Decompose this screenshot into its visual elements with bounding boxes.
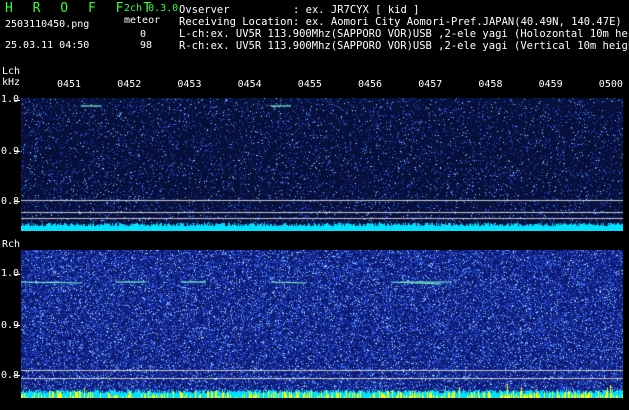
location-label: Receiving Location xyxy=(179,16,293,28)
mode-label: 2ch 0.3.0 xyxy=(124,3,179,14)
time-tick: 0500 xyxy=(598,79,623,90)
location-value: : ex. Aomori City Aomori-Pref.JAPAN(40.4… xyxy=(293,16,622,28)
rch-ytick-mark-2 xyxy=(14,325,20,326)
meteor-count-lch: 0 xyxy=(140,29,147,40)
lch-spectrogram xyxy=(21,98,623,231)
lch-unit: kHz xyxy=(2,77,21,88)
rch-ytick-mark-3 xyxy=(14,375,20,376)
lch-ytick-mark-2 xyxy=(14,151,20,152)
time-tick: 0456 xyxy=(358,79,383,90)
rch-receiver-info: R-ch:ex. UV5R 113.900Mhz(SAPPORO VOR)USB… xyxy=(179,40,629,52)
time-tick: 0451 xyxy=(57,79,82,90)
rch-ytick-3: 0.8 xyxy=(1,370,20,381)
observer-label: Ovserver xyxy=(179,4,230,16)
lch-label: Lch xyxy=(2,66,21,77)
lch-ytick-3: 0.8 xyxy=(1,196,20,207)
observer-value: : ex. JR7CYX [ kid ] xyxy=(293,4,420,16)
meteor-count-rch: 98 xyxy=(140,40,153,51)
lch-ytick-2: 0.9 xyxy=(1,146,20,157)
lch-receiver-info: L-ch:ex. UV5R 113.900Mhz(SAPPORO VOR)USB… xyxy=(179,28,629,40)
time-tick: 0455 xyxy=(297,79,322,90)
time-tick: 0452 xyxy=(117,79,142,90)
time-tick: 0454 xyxy=(237,79,262,90)
rch-ytick-2: 0.9 xyxy=(1,320,20,331)
capture-datetime: 25.03.11 04:50 xyxy=(5,40,90,51)
meteor-label: meteor xyxy=(124,15,161,26)
rch-ytick-mark-1 xyxy=(14,274,20,275)
lch-ytick-mark-1 xyxy=(14,100,20,101)
time-tick: 0459 xyxy=(538,79,563,90)
time-tick: 0458 xyxy=(478,79,503,90)
rch-spectrogram xyxy=(21,250,623,398)
rch-label: Rch xyxy=(2,239,21,250)
filename-label: 2503110450.png xyxy=(5,19,90,30)
time-tick: 0453 xyxy=(177,79,202,90)
lch-ytick-mark-3 xyxy=(14,201,20,202)
time-tick: 0457 xyxy=(418,79,443,90)
